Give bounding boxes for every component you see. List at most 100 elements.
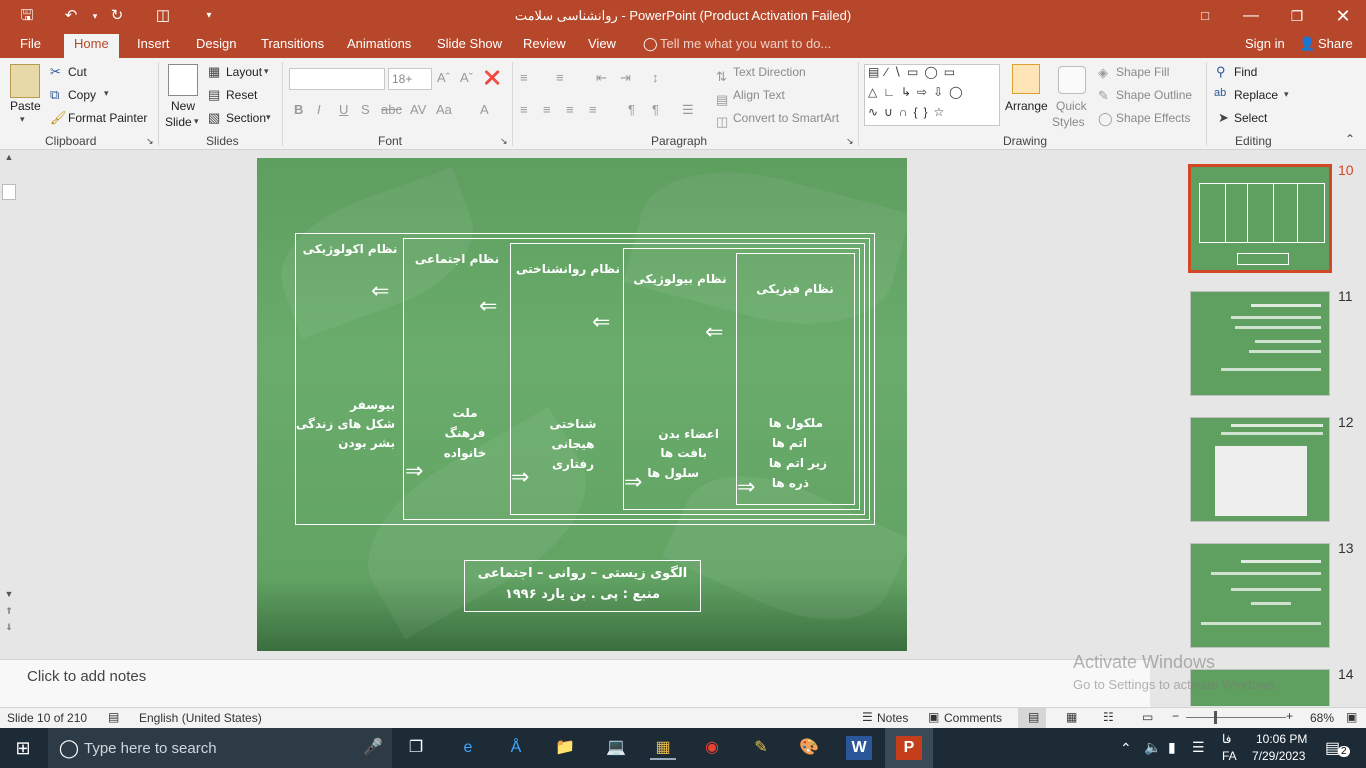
bold-icon[interactable]: B: [294, 102, 303, 117]
network-icon[interactable]: ☰: [1192, 739, 1205, 756]
collapse-ribbon-icon[interactable]: ⌃: [1345, 132, 1355, 146]
volume-icon[interactable]: 🔈: [1144, 739, 1161, 756]
shadow-icon[interactable]: S: [361, 102, 370, 117]
new-slide-label-2[interactable]: Slide: [165, 115, 192, 129]
zoom-out-icon[interactable]: −: [1172, 709, 1179, 723]
bullets-icon[interactable]: ≡: [520, 70, 528, 85]
paste-icon[interactable]: [10, 64, 40, 98]
clock-time[interactable]: 10:06 PM: [1256, 732, 1307, 746]
align-text-button[interactable]: Align Text: [733, 88, 785, 102]
previous-slide-icon[interactable]: ⇑: [2, 606, 16, 618]
notes-pane[interactable]: Click to add notes: [0, 659, 1150, 707]
bluetooth-icon[interactable]: Å: [503, 736, 529, 760]
new-slide-icon[interactable]: [168, 64, 198, 96]
decrease-font-icon[interactable]: Aˇ: [460, 70, 473, 85]
powerpoint-icon[interactable]: P: [896, 736, 922, 760]
fit-to-window-icon[interactable]: ▣: [1346, 710, 1357, 724]
next-slide-icon[interactable]: ⇓: [2, 622, 16, 634]
clock-date[interactable]: 7/29/2023: [1252, 749, 1305, 763]
italic-icon[interactable]: I: [317, 102, 321, 117]
thumbnail-slide-13[interactable]: [1190, 543, 1330, 648]
zoom-level[interactable]: 68%: [1310, 711, 1334, 725]
font-color-icon[interactable]: A: [480, 102, 489, 117]
shape-effects-button[interactable]: Shape Effects: [1116, 111, 1191, 125]
underline-icon[interactable]: U: [339, 102, 348, 117]
font-name-input[interactable]: [289, 68, 385, 90]
numbering-icon[interactable]: ≡: [556, 70, 564, 85]
rtl-icon[interactable]: ¶: [652, 102, 659, 117]
character-spacing-icon[interactable]: AV: [410, 102, 426, 117]
scrollbar-thumb[interactable]: [2, 184, 16, 200]
thumbnail-slide-10[interactable]: [1188, 164, 1332, 273]
layout-button[interactable]: Layout: [226, 65, 262, 79]
comments-toggle[interactable]: Comments: [944, 711, 1002, 725]
tab-transitions[interactable]: Transitions: [261, 36, 324, 51]
calculator-app-icon[interactable]: ▦: [650, 736, 676, 760]
ltr-icon[interactable]: ¶: [628, 102, 635, 117]
paint-icon[interactable]: 🎨: [796, 736, 822, 760]
justify-icon[interactable]: ≡: [589, 102, 597, 117]
tab-animations[interactable]: Animations: [347, 36, 411, 51]
thumbnail-slide-11[interactable]: [1190, 291, 1330, 396]
scroll-down-icon[interactable]: ▼: [2, 589, 16, 603]
cut-button[interactable]: Cut: [68, 65, 87, 79]
text-direction-button[interactable]: Text Direction: [733, 65, 806, 79]
align-center-icon[interactable]: ≡: [543, 102, 551, 117]
clear-formatting-icon[interactable]: ❌: [484, 70, 500, 86]
quick-styles-label-2[interactable]: Styles: [1052, 115, 1085, 129]
notes-toggle[interactable]: Notes: [877, 711, 908, 725]
reading-view-icon[interactable]: ☷: [1103, 710, 1114, 724]
reset-button[interactable]: Reset: [226, 88, 257, 102]
input-language[interactable]: FA: [1222, 749, 1237, 763]
tab-slide-show[interactable]: Slide Show: [437, 36, 502, 51]
share-button[interactable]: Share: [1318, 36, 1353, 51]
shape-outline-button[interactable]: Shape Outline: [1116, 88, 1192, 102]
input-language-native[interactable]: فا: [1222, 732, 1231, 746]
sign-in-link[interactable]: Sign in: [1245, 36, 1285, 51]
ribbon-display-options-icon[interactable]: □: [1182, 0, 1228, 32]
word-icon[interactable]: W: [846, 736, 872, 760]
tab-view[interactable]: View: [588, 36, 616, 51]
paste-button[interactable]: Paste: [10, 99, 41, 113]
align-right-icon[interactable]: ≡: [566, 102, 574, 117]
scroll-up-icon[interactable]: ▲: [2, 152, 16, 166]
notes-placeholder[interactable]: Click to add notes: [27, 668, 146, 685]
line-spacing-icon[interactable]: ↕: [652, 70, 659, 85]
thumbnail-slide-12[interactable]: [1190, 417, 1330, 522]
tab-review[interactable]: Review: [523, 36, 566, 51]
increase-indent-icon[interactable]: ⇥: [620, 70, 631, 86]
tab-file[interactable]: File: [20, 36, 41, 51]
increase-font-icon[interactable]: Aˆ: [437, 70, 450, 85]
paste-dropdown-icon[interactable]: ▾: [20, 114, 25, 125]
pen-app-icon[interactable]: ✎: [748, 736, 774, 760]
change-case-icon[interactable]: Aa: [436, 102, 452, 117]
slide-sorter-icon[interactable]: ▦: [1066, 710, 1077, 724]
zoom-slider-track[interactable]: [1186, 717, 1286, 718]
clipboard-launcher-icon[interactable]: ↘: [146, 136, 154, 147]
zoom-in-icon[interactable]: +: [1286, 709, 1293, 723]
quick-styles-icon[interactable]: [1058, 66, 1086, 94]
columns-icon[interactable]: ☰: [682, 102, 694, 118]
computer-icon[interactable]: 💻: [603, 736, 629, 760]
strikethrough-icon[interactable]: abc: [381, 102, 402, 117]
replace-dropdown-icon[interactable]: ▾: [1284, 89, 1289, 100]
find-button[interactable]: Find: [1234, 65, 1257, 79]
new-slide-dropdown-icon[interactable]: ▾: [194, 116, 199, 127]
normal-view-icon[interactable]: ▤: [1028, 710, 1039, 724]
slideshow-view-icon[interactable]: ▭: [1142, 710, 1153, 724]
battery-icon[interactable]: ▮: [1168, 739, 1176, 756]
tell-me-box[interactable]: Tell me what you want to do...: [660, 36, 831, 51]
tab-design[interactable]: Design: [196, 36, 236, 51]
section-button[interactable]: Section: [226, 111, 266, 125]
copy-dropdown-icon[interactable]: ▾: [104, 88, 109, 99]
copy-button[interactable]: Copy: [68, 88, 96, 102]
spelling-icon[interactable]: ▤: [108, 710, 119, 724]
microphone-icon[interactable]: 🎤: [360, 736, 386, 760]
slide-canvas[interactable]: نظام اکولوژیکی نظام اجتماعی نظام روانشنا…: [257, 158, 907, 651]
language-indicator[interactable]: English (United States): [139, 711, 262, 725]
new-slide-label-1[interactable]: New: [171, 99, 195, 113]
restore-button[interactable]: ❐: [1274, 0, 1320, 32]
convert-smartart-button[interactable]: Convert to SmartArt: [733, 111, 839, 125]
start-icon[interactable]: ⊞: [10, 736, 36, 760]
tray-chevron-icon[interactable]: ⌃: [1120, 740, 1132, 757]
